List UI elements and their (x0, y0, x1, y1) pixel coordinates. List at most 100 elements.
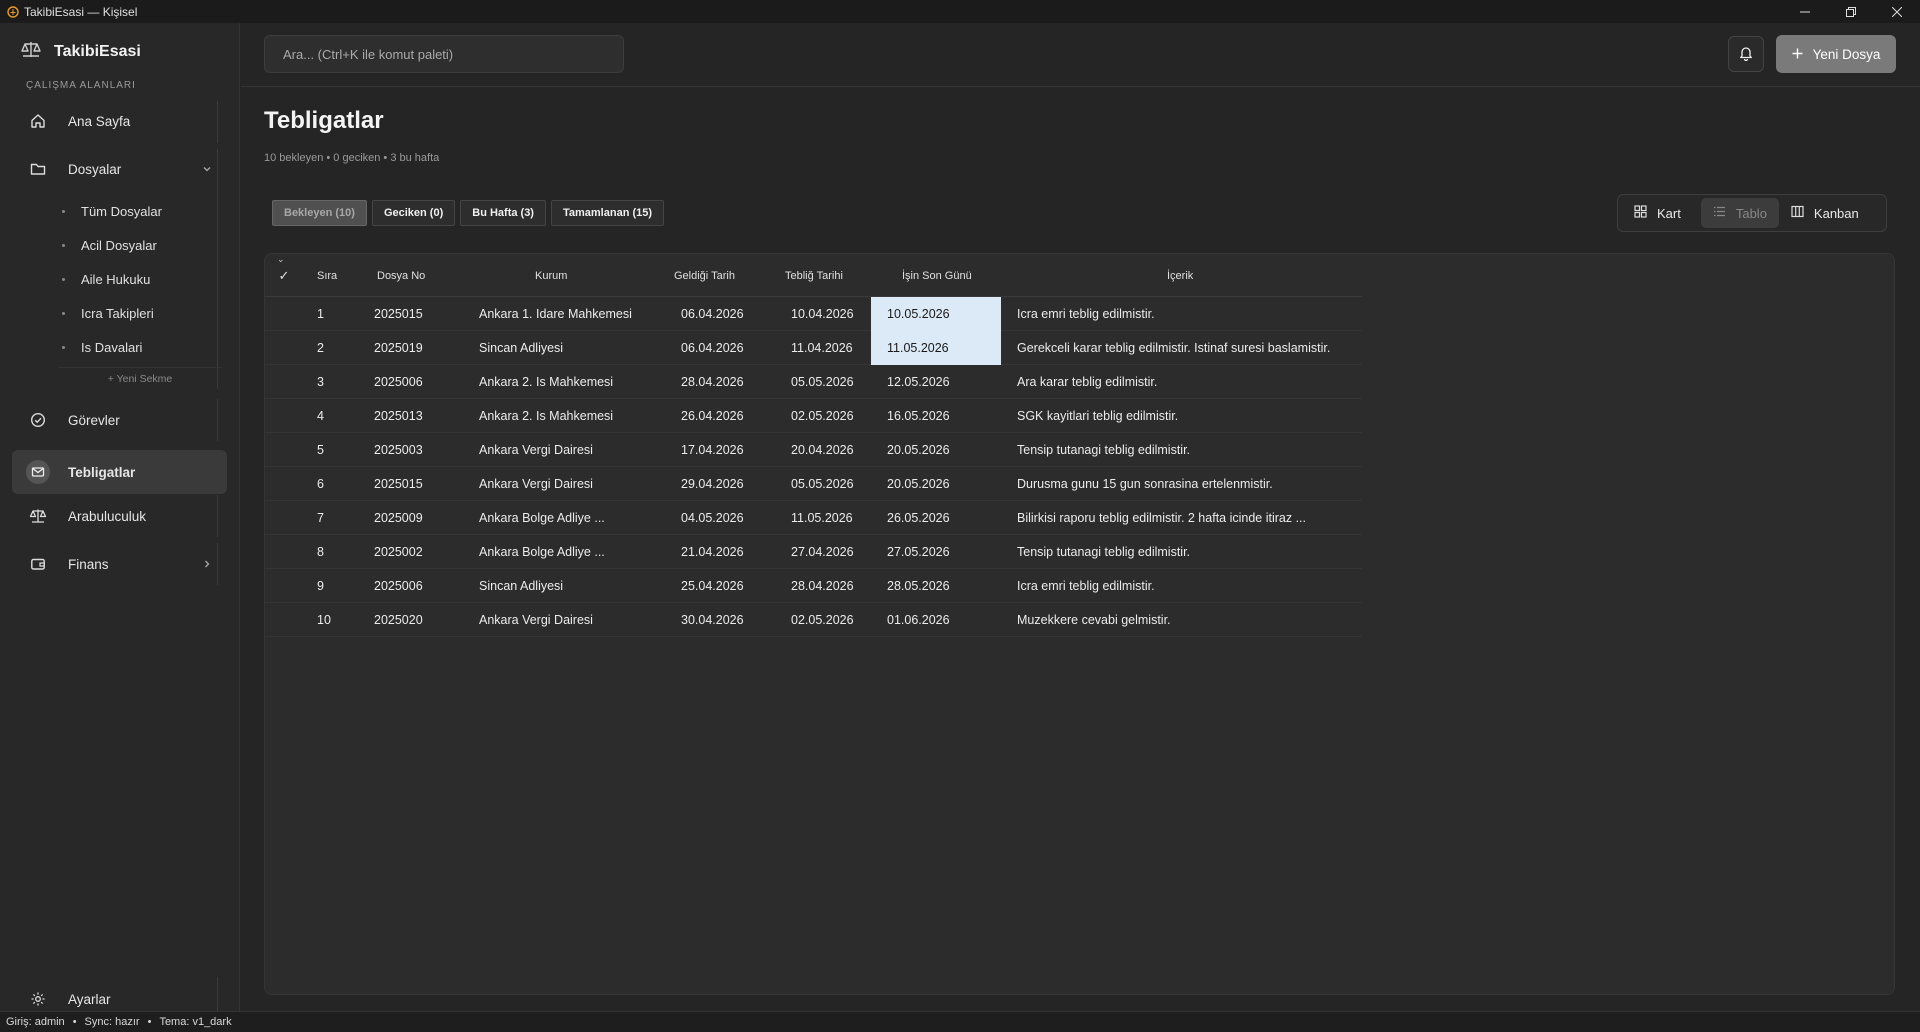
table-row[interactable]: 10 2025020 Ankara Vergi Dairesi 30.04.2026 0… (265, 603, 1362, 637)
page-title: Tebligatlar (264, 107, 384, 134)
sidebar-item-ana-sayfa[interactable]: Ana Sayfa (12, 99, 227, 143)
cell-kurum: Ankara Vergi Dairesi (479, 613, 593, 627)
cell-kurum: Ankara 2. Is Mahkemesi (479, 375, 614, 389)
home-icon (26, 109, 50, 133)
sidebar-item-dosyalar[interactable]: Dosyalar (12, 147, 227, 191)
close-button[interactable] (1874, 0, 1920, 23)
sidebar-subitem-acil-dosyalar[interactable]: Acil Dosyalar (62, 238, 157, 253)
brand-name: TakibiEsasi (54, 42, 141, 60)
cell-isin-son-gunu: 20.05.2026 (887, 443, 950, 457)
sidebar-item-label: Ayarlar (68, 991, 111, 1007)
cell-isin-son-gunu: 26.05.2026 (887, 511, 950, 525)
select-all-checkbox[interactable]: ✓ (277, 254, 291, 297)
table-row[interactable]: 7 2025009 Ankara Bolge Adliye ... 04.05.202… (265, 501, 1362, 535)
cell-teblig-tarihi: 02.05.2026 (791, 409, 854, 423)
bullet (62, 346, 65, 349)
column-header-sira[interactable]: Sıra (317, 254, 337, 297)
bullet (62, 312, 65, 315)
table-row[interactable]: 2 2025019 Sincan Adliyesi 06.04.2026 11.04.2… (265, 331, 1362, 365)
filter-tab-bu-hafta[interactable]: Bu Hafta (3) (460, 200, 546, 226)
column-header-geldigi-tarih[interactable]: Geldiği Tarih (674, 254, 735, 297)
chevron-right-icon[interactable] (197, 554, 217, 574)
wallet-icon (26, 552, 50, 576)
cell-icerik: Icra emri teblig edilmistir. (1017, 307, 1155, 321)
chevron-down-icon[interactable] (197, 159, 217, 179)
status-theme: Tema: v1_dark (159, 1016, 232, 1028)
cell-isin-son-gunu: 01.06.2026 (887, 613, 950, 627)
divider (241, 86, 1920, 87)
subitem-label: Aile Hukuku (81, 272, 151, 287)
column-header-kurum[interactable]: Kurum (535, 254, 567, 297)
check-circle-icon (26, 408, 50, 432)
table-row[interactable]: 4 2025013 Ankara 2. Is Mahkemesi 26.04.2026… (265, 399, 1362, 433)
cell-teblig-tarihi: 11.05.2026 (791, 511, 853, 525)
sidebar-item-label: Görevler (68, 412, 120, 428)
cell-kurum: Ankara 1. Idare Mahkemesi (479, 307, 632, 321)
cell-teblig-tarihi: 11.04.2026 (791, 341, 853, 355)
sidebar-item-tebligatlar[interactable]: Tebligatlar (12, 450, 227, 494)
cell-geldigi-tarih: 26.04.2026 (681, 409, 744, 423)
table-row[interactable]: 8 2025002 Ankara Bolge Adliye ... 21.04.202… (265, 535, 1362, 569)
filter-tab-bekleyen[interactable]: Bekleyen (10) (272, 200, 367, 226)
page-subtitle: 10 bekleyen • 0 geciken • 3 bu hafta (264, 152, 440, 164)
cell-isin-son-gunu: 11.05.2026 (871, 331, 1001, 365)
cell-dosya-no: 2025015 (374, 477, 423, 491)
cell-teblig-tarihi: 05.05.2026 (791, 375, 854, 389)
filter-tab-geciken[interactable]: Geciken (0) (371, 200, 456, 226)
cell-sira: 3 (317, 375, 324, 389)
column-header-dosya-no[interactable]: Dosya No (377, 254, 425, 297)
cell-icerik: SGK kayitlari teblig edilmistir. (1017, 409, 1179, 423)
scales-icon (26, 504, 50, 528)
sidebar-subitem-aile-hukuku[interactable]: Aile Hukuku (62, 272, 150, 287)
view-kanban-button[interactable]: Kanban (1779, 198, 1871, 228)
cell-geldigi-tarih: 28.04.2026 (681, 375, 744, 389)
cell-sira: 4 (317, 409, 324, 423)
sidebar-subitem-tum-dosyalar[interactable]: Tüm Dosyalar (62, 204, 162, 219)
cell-teblig-tarihi: 27.04.2026 (791, 545, 854, 559)
cell-dosya-no: 2025002 (374, 545, 423, 559)
sidebar-item-arabuluculuk[interactable]: Arabuluculuk (12, 494, 227, 538)
section-label: ÇALIŞMA ALANLARI (26, 80, 136, 91)
restore-button[interactable] (1828, 0, 1874, 23)
table-row[interactable]: 1 2025015 Ankara 1. Idare Mahkemesi 06.04.2… (265, 297, 1362, 331)
column-header-icerik[interactable]: İçerik (1167, 254, 1193, 297)
cell-sira: 8 (317, 545, 324, 559)
view-tablo-button[interactable]: Tablo (1700, 198, 1779, 228)
status-sync: Sync: hazır (84, 1016, 140, 1028)
sidebar-item-gorevler[interactable]: Görevler (12, 398, 227, 442)
sidebar-item-label: Tebligatlar (68, 464, 136, 480)
separator: • (147, 1016, 152, 1028)
minimize-button[interactable] (1782, 0, 1828, 23)
view-toggle: Kart Tablo Kanban (1617, 194, 1887, 232)
divider (217, 149, 218, 389)
notifications-button[interactable] (1728, 36, 1764, 72)
view-label: Tablo (1735, 205, 1767, 221)
filter-tabs: Bekleyen (10) Geciken (0) Bu Hafta (3) T… (272, 200, 665, 226)
sidebar-item-finans[interactable]: Finans (12, 542, 227, 586)
sidebar-subitem-is-davalari[interactable]: Is Davalari (62, 340, 142, 355)
column-header-teblig-tarihi[interactable]: Tebliğ Tarihi (785, 254, 843, 297)
cell-dosya-no: 2025019 (374, 341, 423, 355)
scales-icon (6, 5, 20, 19)
new-file-button[interactable]: Yeni Dosya (1776, 35, 1896, 73)
column-header-isin-son-gunu[interactable]: İşin Son Günü (902, 254, 972, 297)
view-label: Kanban (1813, 205, 1859, 221)
filter-tab-tamamlanan[interactable]: Tamamlanan (15) (550, 200, 665, 226)
cell-isin-son-gunu: 16.05.2026 (887, 409, 950, 423)
table-row[interactable]: 6 2025015 Ankara Vergi Dairesi 29.04.2026 05… (265, 467, 1362, 501)
cell-icerik: Muzekkere cevabi gelmistir. (1017, 613, 1171, 627)
bullet (62, 278, 65, 281)
brand[interactable]: TakibiEsasi (20, 40, 141, 63)
bullet (62, 210, 65, 213)
search-input[interactable]: Ara... (Ctrl+K ile komut paleti) (264, 35, 624, 73)
cell-teblig-tarihi: 05.05.2026 (791, 477, 854, 491)
table-row[interactable]: 5 2025003 Ankara Vergi Dairesi 17.04.2026 20… (265, 433, 1362, 467)
sidebar-subitem-icra-takipleri[interactable]: Icra Takipleri (62, 306, 154, 321)
table-row[interactable]: 3 2025006 Ankara 2. Is Mahkemesi 28.04.2026… (265, 365, 1362, 399)
view-kart-button[interactable]: Kart (1622, 198, 1693, 228)
cell-geldigi-tarih: 29.04.2026 (681, 477, 744, 491)
new-tab-button[interactable]: + Yeni Sekme (58, 367, 222, 389)
cell-icerik: Icra emri teblig edilmistir. (1017, 579, 1155, 593)
cell-sira: 10 (317, 613, 331, 627)
table-row[interactable]: 9 2025006 Sincan Adliyesi 25.04.2026 28.04.2… (265, 569, 1362, 603)
